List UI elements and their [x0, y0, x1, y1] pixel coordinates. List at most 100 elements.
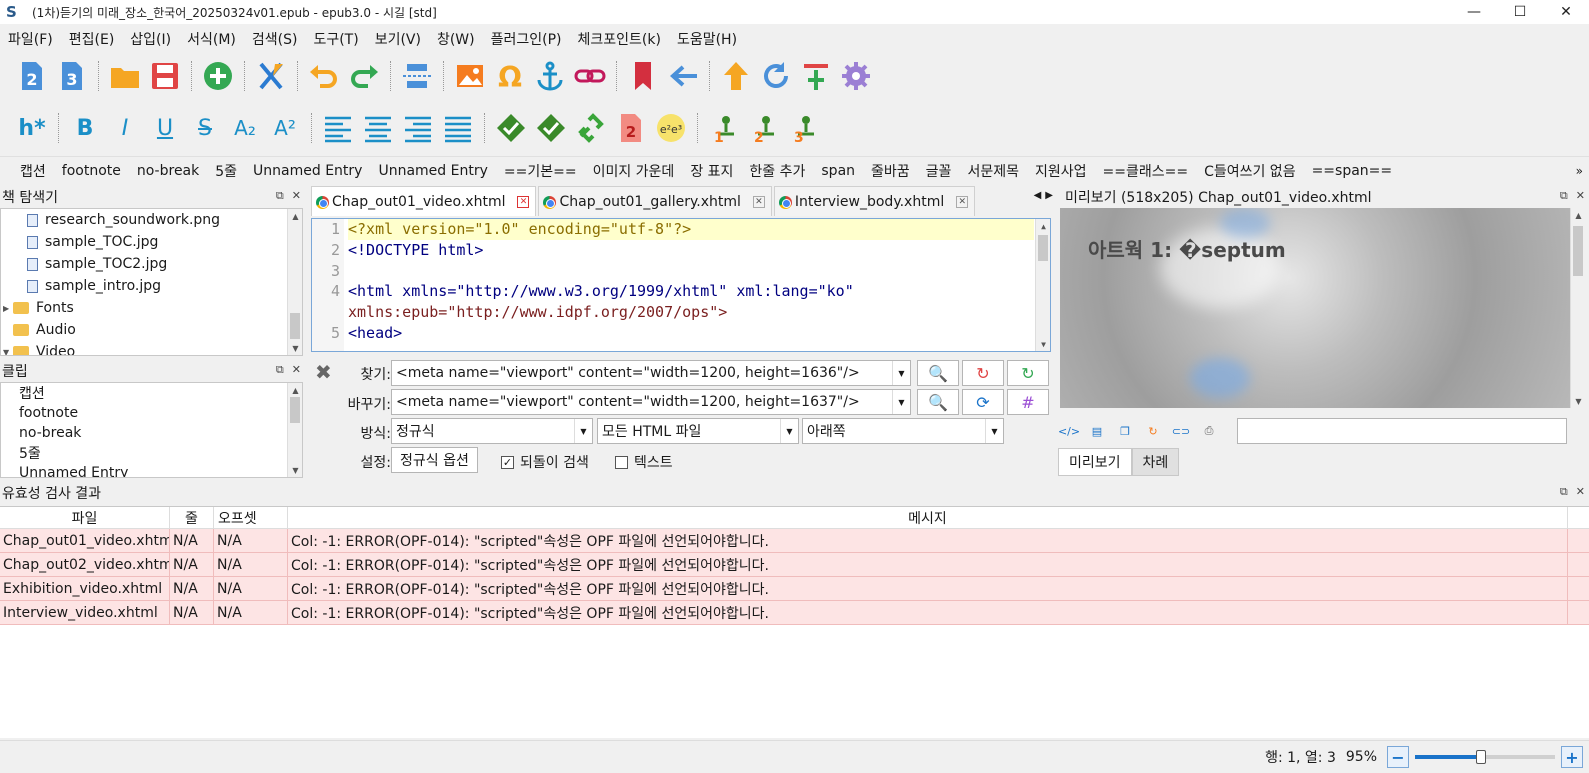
table-row[interactable]: Chap_out02_video.xhtml N/A N/A Col: -1: … [0, 553, 1589, 577]
tree-item-folder[interactable]: Audio [1, 319, 302, 341]
tree-item-file[interactable]: sample_TOC2.jpg [1, 253, 302, 275]
zoom-slider[interactable] [1415, 746, 1555, 768]
menu-window[interactable]: 창(W) [429, 29, 483, 49]
epub2-icon[interactable]: 2 [12, 56, 52, 96]
clip-list-item[interactable]: Unnamed Entry [1, 463, 302, 477]
preview-url-input[interactable] [1237, 418, 1567, 444]
go-up-icon[interactable] [716, 56, 756, 96]
menu-plugins[interactable]: 플러그인(P) [483, 29, 570, 49]
close-button[interactable]: ✕ [1543, 0, 1589, 24]
clip-item[interactable]: 서문제목 [959, 161, 1027, 181]
close-panel-icon[interactable]: ✕ [1576, 485, 1585, 499]
float-panel-icon[interactable]: ⧉ [276, 189, 284, 203]
replace-find-button[interactable]: 🔍 [917, 389, 959, 415]
scroll-thumb[interactable] [290, 397, 300, 423]
clip-item[interactable]: Unnamed Entry [245, 163, 370, 179]
clip-item[interactable]: 이미지 가운데 [585, 161, 683, 181]
regex-options-button[interactable]: 정규식 옵션 [391, 447, 478, 473]
tab-toc[interactable]: 차례 [1131, 448, 1180, 476]
cut-icon[interactable] [251, 56, 291, 96]
book-tree-scrollbar[interactable]: ▲ ▼ [287, 209, 302, 355]
clip-item[interactable]: 줄바꿈 [863, 161, 918, 181]
text-only-checkbox[interactable]: 텍스트 [615, 452, 673, 472]
close-panel-icon[interactable]: ✕ [1576, 189, 1585, 203]
add-file-icon[interactable] [198, 56, 238, 96]
clip-item[interactable]: 한줄 추가 [741, 161, 813, 181]
clip-item[interactable]: C들여쓰기 없음 [1196, 161, 1304, 181]
table-row[interactable]: Exhibition_video.xhtml N/A N/A Col: -1: … [0, 577, 1589, 601]
menu-checkpoints[interactable]: 체크포인트(k) [570, 29, 669, 49]
replace-input[interactable]: <meta name="viewport" content="width=120… [391, 389, 911, 415]
clip-item[interactable]: no-break [129, 163, 207, 179]
chevron-down-icon[interactable]: ▼ [985, 419, 1003, 443]
tree-item-folder[interactable]: ▶ Fonts [1, 297, 302, 319]
link-icon[interactable]: ⊂⊃ [1172, 422, 1190, 440]
copy-icon[interactable]: ❐ [1116, 422, 1134, 440]
open-folder-icon[interactable] [105, 56, 145, 96]
clip-item[interactable]: 장 표지 [682, 161, 741, 181]
scroll-thumb[interactable] [1038, 235, 1048, 261]
print-icon[interactable]: ⎙ [1200, 422, 1218, 440]
insert-link-icon[interactable] [570, 56, 610, 96]
preview-scrollbar[interactable]: ▲ ▼ [1570, 208, 1585, 408]
scroll-up-icon[interactable]: ▲ [1571, 208, 1586, 222]
align-left-icon[interactable] [318, 108, 358, 148]
chevron-down-icon[interactable]: ▼ [780, 419, 798, 443]
heading-button[interactable]: h* [12, 108, 52, 148]
zoom-slider-handle[interactable] [1475, 750, 1486, 764]
editor-tab[interactable]: Chap_out01_video.xhtml ✕ [311, 186, 537, 216]
clip-item[interactable]: ==기본== [496, 161, 585, 181]
clip-list-item[interactable]: footnote [1, 403, 302, 423]
menu-view[interactable]: 보기(V) [367, 29, 429, 49]
count-all-button[interactable]: # [1007, 389, 1049, 415]
insert-image-icon[interactable] [450, 56, 490, 96]
scroll-thumb[interactable] [1573, 226, 1583, 276]
menu-format[interactable]: 서식(M) [179, 29, 244, 49]
scroll-down-icon[interactable]: ▼ [1571, 394, 1586, 408]
menu-file[interactable]: 파일(F) [0, 29, 61, 49]
float-panel-icon[interactable]: ⧉ [1560, 485, 1568, 499]
tab-scroll-right-icon[interactable]: ▶ [1045, 190, 1053, 201]
plugin-1-icon[interactable]: 1 [704, 108, 744, 148]
clip-item[interactable]: span [813, 163, 863, 179]
column-header-line[interactable]: 줄 [170, 507, 214, 528]
menu-edit[interactable]: 편집(E) [61, 29, 123, 49]
scroll-up-icon[interactable]: ▲ [288, 383, 302, 397]
refresh-icon[interactable] [756, 56, 796, 96]
editor-tab[interactable]: Interview_body.xhtml ✕ [773, 186, 976, 216]
select-all-icon[interactable]: ▤ [1088, 422, 1106, 440]
tree-item-file[interactable]: research_soundwork.png [1, 209, 302, 231]
tab-close-icon[interactable]: ✕ [956, 195, 969, 208]
tab-scroll-left-icon[interactable]: ◀ [1034, 190, 1042, 201]
tree-item-folder[interactable]: ▼ Video [1, 341, 302, 355]
scroll-up-icon[interactable]: ▲ [1036, 219, 1050, 233]
minimize-button[interactable]: — [1451, 0, 1497, 24]
menu-search[interactable]: 검색(S) [244, 29, 306, 49]
column-header-file[interactable]: 파일 [0, 507, 170, 528]
clip-item[interactable]: footnote [54, 163, 129, 179]
code-scrollbar[interactable]: ▲ ▼ [1035, 219, 1050, 351]
mode-select[interactable]: 정규식 ▼ [391, 418, 593, 444]
clip-bar-overflow-button[interactable]: » [1576, 164, 1583, 178]
scroll-down-icon[interactable]: ▼ [1036, 337, 1050, 351]
table-row[interactable]: Interview_video.xhtml N/A N/A Col: -1: E… [0, 601, 1589, 625]
column-header-message[interactable]: 메시지 [288, 507, 1568, 528]
checkbox-unchecked[interactable] [615, 455, 628, 469]
check-links-icon[interactable] [571, 108, 611, 148]
scope-select[interactable]: 모든 HTML 파일 ▼ [597, 418, 799, 444]
menu-insert[interactable]: 삽입(I) [122, 29, 179, 49]
wrap-search-checkbox[interactable]: ✓ 되돌이 검색 [501, 452, 589, 472]
clip-item[interactable]: 캡션 [12, 161, 54, 181]
strikethrough-button[interactable]: S [185, 108, 225, 148]
clip-item[interactable]: 지원사업 [1027, 161, 1095, 181]
editor-tab[interactable]: Chap_out01_gallery.xhtml ✕ [538, 186, 772, 216]
plugin-2-icon[interactable]: 2 [744, 108, 784, 148]
superscript-button[interactable]: A² [265, 108, 305, 148]
clip-item[interactable]: ==span== [1304, 163, 1401, 179]
find-button[interactable]: 🔍 [917, 360, 959, 386]
inspect-icon[interactable]: </> [1058, 422, 1080, 440]
epub3-icon[interactable]: 3 [52, 56, 92, 96]
scroll-up-icon[interactable]: ▲ [288, 209, 302, 223]
checkbox-checked[interactable]: ✓ [501, 455, 514, 469]
chevron-down-icon[interactable]: ▼ [892, 390, 910, 414]
